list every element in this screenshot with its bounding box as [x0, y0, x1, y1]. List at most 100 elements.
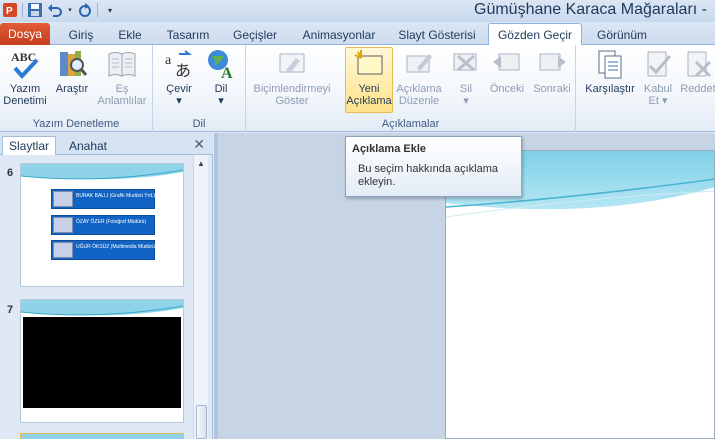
research-book-icon: [60, 51, 88, 76]
photo-placeholder: [53, 242, 73, 258]
show-markup-label1: Biçimlendirmeyi: [253, 83, 331, 95]
pane-tabs: Slaytlar Anahat ✕: [0, 133, 213, 155]
redo-icon[interactable]: [77, 2, 93, 18]
customize-qat-icon[interactable]: ▾: [102, 2, 118, 18]
compare-button[interactable]: Karşılaştır: [580, 48, 640, 95]
spelling-label2: Denetimi: [3, 95, 47, 107]
group-label-language: Dil: [192, 118, 206, 130]
svg-text:P: P: [6, 6, 13, 17]
tab-outline[interactable]: Anahat: [60, 136, 116, 155]
accept-label2: Et ▾: [648, 95, 668, 107]
new-comment-label1: Yeni: [358, 83, 380, 95]
language-button[interactable]: A Dil ▾: [201, 48, 241, 107]
list-item: BURAK BALLI (Grafik Mudürü Yrd.): [51, 189, 155, 209]
accept-label1: Kabul: [643, 83, 673, 95]
reject-label: Reddet: [680, 83, 715, 95]
edit-comment-label2: Düzenle: [398, 95, 440, 107]
delete-comment-label: Sil: [459, 83, 473, 95]
show-markup-icon: [279, 53, 305, 73]
tab-slideshow[interactable]: Slayt Gösterisi: [390, 24, 484, 45]
scroll-up-icon[interactable]: ▲: [197, 159, 205, 168]
next-comment-icon: [539, 53, 566, 71]
tab-slides[interactable]: Slaytlar: [2, 136, 56, 155]
delete-comment-button[interactable]: Sil ▾: [448, 48, 484, 107]
video-placeholder: [23, 317, 181, 408]
compare-icon: [598, 50, 622, 79]
new-comment-tooltip: Açıklama Ekle Bu seçim hakkında açıklama…: [345, 136, 522, 197]
new-comment-label2: Açıklama: [346, 95, 392, 107]
undo-dropdown-icon[interactable]: ▾: [67, 2, 73, 18]
title-bar: P ▾ ▾ Gümüşhane Karaca Mağaraları -: [0, 0, 715, 22]
tab-review[interactable]: Gözden Geçir: [488, 23, 582, 45]
show-markup-button[interactable]: Biçimlendirmeyi Göster: [250, 48, 334, 107]
research-label: Araştır: [55, 83, 89, 95]
group-label-proofing: Yazım Denetleme: [32, 118, 120, 130]
previous-comment-button[interactable]: Önceki: [486, 48, 528, 95]
tab-design[interactable]: Tasarım: [156, 24, 220, 45]
svg-text:A: A: [221, 65, 233, 80]
language-dropdown: ▾: [218, 95, 224, 107]
qat-separator: [22, 3, 23, 17]
reject-icon: [687, 51, 712, 78]
thesaurus-button[interactable]: Eş Anlamlılar: [94, 48, 150, 107]
item-text: BURAK BALLI (Grafik Mudürü Yrd.): [76, 193, 156, 199]
undo-icon[interactable]: [47, 2, 63, 18]
slide-number: 7: [7, 304, 14, 316]
photo-placeholder: [53, 217, 73, 233]
previous-comment-icon: [493, 53, 520, 71]
ribbon-tabs: Dosya Giriş Ekle Tasarım Geçişler Animas…: [0, 22, 715, 45]
slides-pane: Slaytlar Anahat ✕ 6 BURAK BALLI (Grafik …: [0, 133, 213, 439]
tab-animations[interactable]: Animasyonlar: [292, 24, 386, 45]
svg-text:あ: あ: [175, 61, 191, 80]
slide-number: 6: [7, 167, 14, 179]
photo-placeholder: [53, 191, 73, 207]
save-icon[interactable]: [27, 2, 43, 18]
scroll-thumb[interactable]: [196, 405, 207, 439]
compare-label: Karşılaştır: [585, 83, 635, 95]
thesaurus-label2: Anlamlılar: [97, 95, 147, 107]
tab-view[interactable]: Görünüm: [586, 24, 658, 45]
edit-comment-button[interactable]: Açıklama Düzenle: [394, 48, 444, 107]
tab-insert[interactable]: Ekle: [108, 24, 152, 45]
tab-home[interactable]: Giriş: [56, 24, 106, 45]
item-text: ÖZAY ÖZER (Fotoğraf Müdürü): [76, 219, 147, 225]
language-label: Dil: [214, 83, 228, 95]
edit-comment-label1: Açıklama: [396, 83, 442, 95]
quick-access-toolbar: P ▾ ▾: [2, 2, 118, 18]
ribbon: ABC Yazım Denetimi Araştır Eş Anlamlılar…: [0, 45, 715, 132]
research-button[interactable]: Araştır: [50, 48, 94, 95]
reject-button[interactable]: Reddet: [678, 48, 715, 95]
svg-text:a: a: [165, 53, 172, 68]
next-comment-label: Sonraki: [533, 83, 571, 95]
edit-comment-icon: [406, 54, 432, 73]
window-title: Gümüşhane Karaca Mağaraları -: [474, 1, 707, 18]
spelling-button[interactable]: ABC Yazım Denetimi: [2, 48, 48, 107]
tooltip-line1: Bu seçim hakkında açıklama: [358, 163, 499, 175]
slide-thumbnail[interactable]: [20, 299, 184, 423]
tab-transitions[interactable]: Geçişler: [222, 24, 288, 45]
thesaurus-label1: Eş: [115, 83, 129, 95]
new-comment-button[interactable]: Yeni Açıklama: [345, 47, 393, 113]
language-globe-icon: A: [208, 50, 233, 80]
spelling-check-icon: ABC: [11, 50, 39, 79]
group-comments: Biçimlendirmeyi Göster Yeni Açıklama Açı…: [246, 45, 576, 132]
group-language: aあ Çevir ▾ A Dil ▾ Dil: [153, 45, 246, 132]
slide-wave-graphic: [21, 164, 183, 180]
accept-button[interactable]: Kabul Et ▾: [640, 48, 676, 107]
delete-comment-dropdown: ▾: [463, 95, 469, 107]
next-comment-button[interactable]: Sonraki: [530, 48, 574, 95]
pane-splitter[interactable]: [214, 133, 218, 439]
qat-separator: [97, 3, 98, 17]
tab-file[interactable]: Dosya: [0, 23, 50, 45]
tooltip-title: Açıklama Ekle: [352, 143, 426, 155]
group-proofing: ABC Yazım Denetimi Araştır Eş Anlamlılar…: [0, 45, 153, 132]
list-item: ÖZAY ÖZER (Fotoğraf Müdürü): [51, 215, 155, 235]
close-icon[interactable]: ✕: [193, 136, 205, 153]
translate-button[interactable]: aあ Çevir ▾: [159, 48, 199, 107]
slide-thumbnail-selected[interactable]: [20, 433, 184, 439]
pane-scrollbar[interactable]: ▲: [193, 155, 208, 439]
powerpoint-logo-icon[interactable]: P: [2, 2, 18, 18]
accept-icon: [647, 51, 672, 77]
slide-thumbnail[interactable]: BURAK BALLI (Grafik Mudürü Yrd.) ÖZAY ÖZ…: [20, 163, 184, 287]
tooltip-line2: ekleyin.: [358, 176, 396, 188]
